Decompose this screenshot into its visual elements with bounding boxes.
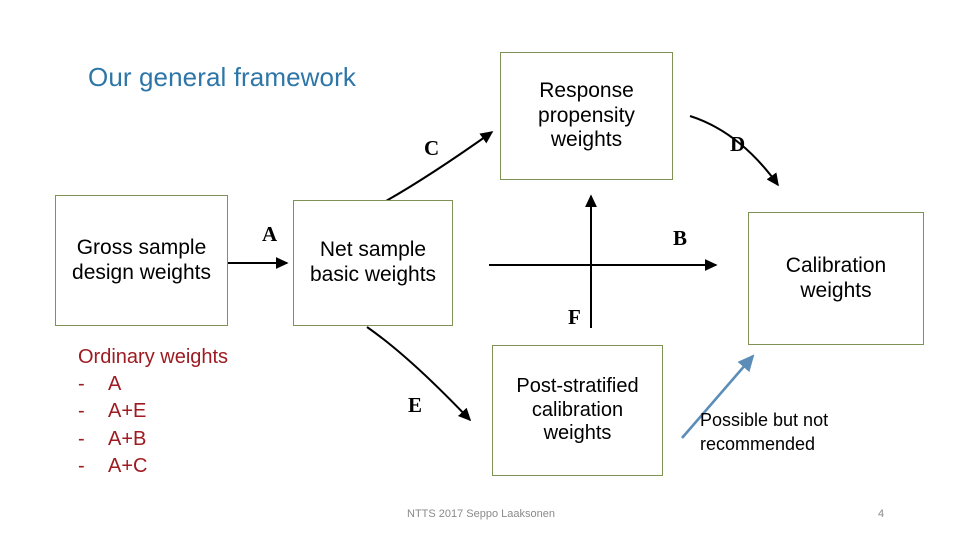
list-item: - A+E [78,398,228,425]
page-title: Our general framework [88,62,356,92]
node-gross-sample-design-weights[interactable]: Gross sample design weights [55,195,228,326]
list-item-label: A+C [108,454,148,477]
node-gross-label: Gross sample design weights [72,235,211,284]
node-response-label: Response propensity weights [538,78,635,152]
note-line-2: recommended [700,434,816,455]
list-bullet: - [78,454,85,477]
note-possible-but-not-recommended: Possible but not recommended [700,408,828,457]
node-post-stratified-calibration-weights[interactable]: Post-stratified calibration weights [492,345,663,476]
edge-label-b: B [673,226,688,250]
list-bullet: - [78,400,85,423]
note-line-1: Possible but not [700,410,829,430]
edge-label-f: F [568,305,581,329]
node-calibration-label: Calibration weights [785,253,887,302]
edge-label-a: A [262,222,278,246]
footer-attribution: NTTS 2017 Seppo Laaksonen [407,508,555,520]
footer-page-number: 4 [878,508,885,520]
list-item-label: A+B [108,427,147,450]
list-item-label: A+E [108,400,147,423]
list-item-label: A [108,373,122,396]
ordinary-weights-heading: Ordinary weights [78,346,229,368]
ordinary-weights-list: Ordinary weights -A - A+E - A+B - A+C [78,344,228,480]
list-item: - A+C [78,453,228,480]
list-item: - A+B [78,426,228,453]
list-bullet: - [78,427,85,450]
list-item: -A [78,371,228,398]
edge-label-c: C [424,136,440,160]
node-post-label: Post-stratified calibration weights [516,375,639,445]
node-net-sample-basic-weights[interactable]: Net sample basic weights [293,200,453,326]
slide-canvas: Our general framework Gross sample desig… [0,0,960,540]
node-calibration-weights[interactable]: Calibration weights [748,212,924,345]
list-bullet: - [78,373,85,396]
node-net-label: Net sample basic weights [309,238,437,286]
edge-label-e: E [408,393,423,417]
node-response-propensity-weights[interactable]: Response propensity weights [500,52,673,180]
edge-label-d: D [730,132,746,156]
